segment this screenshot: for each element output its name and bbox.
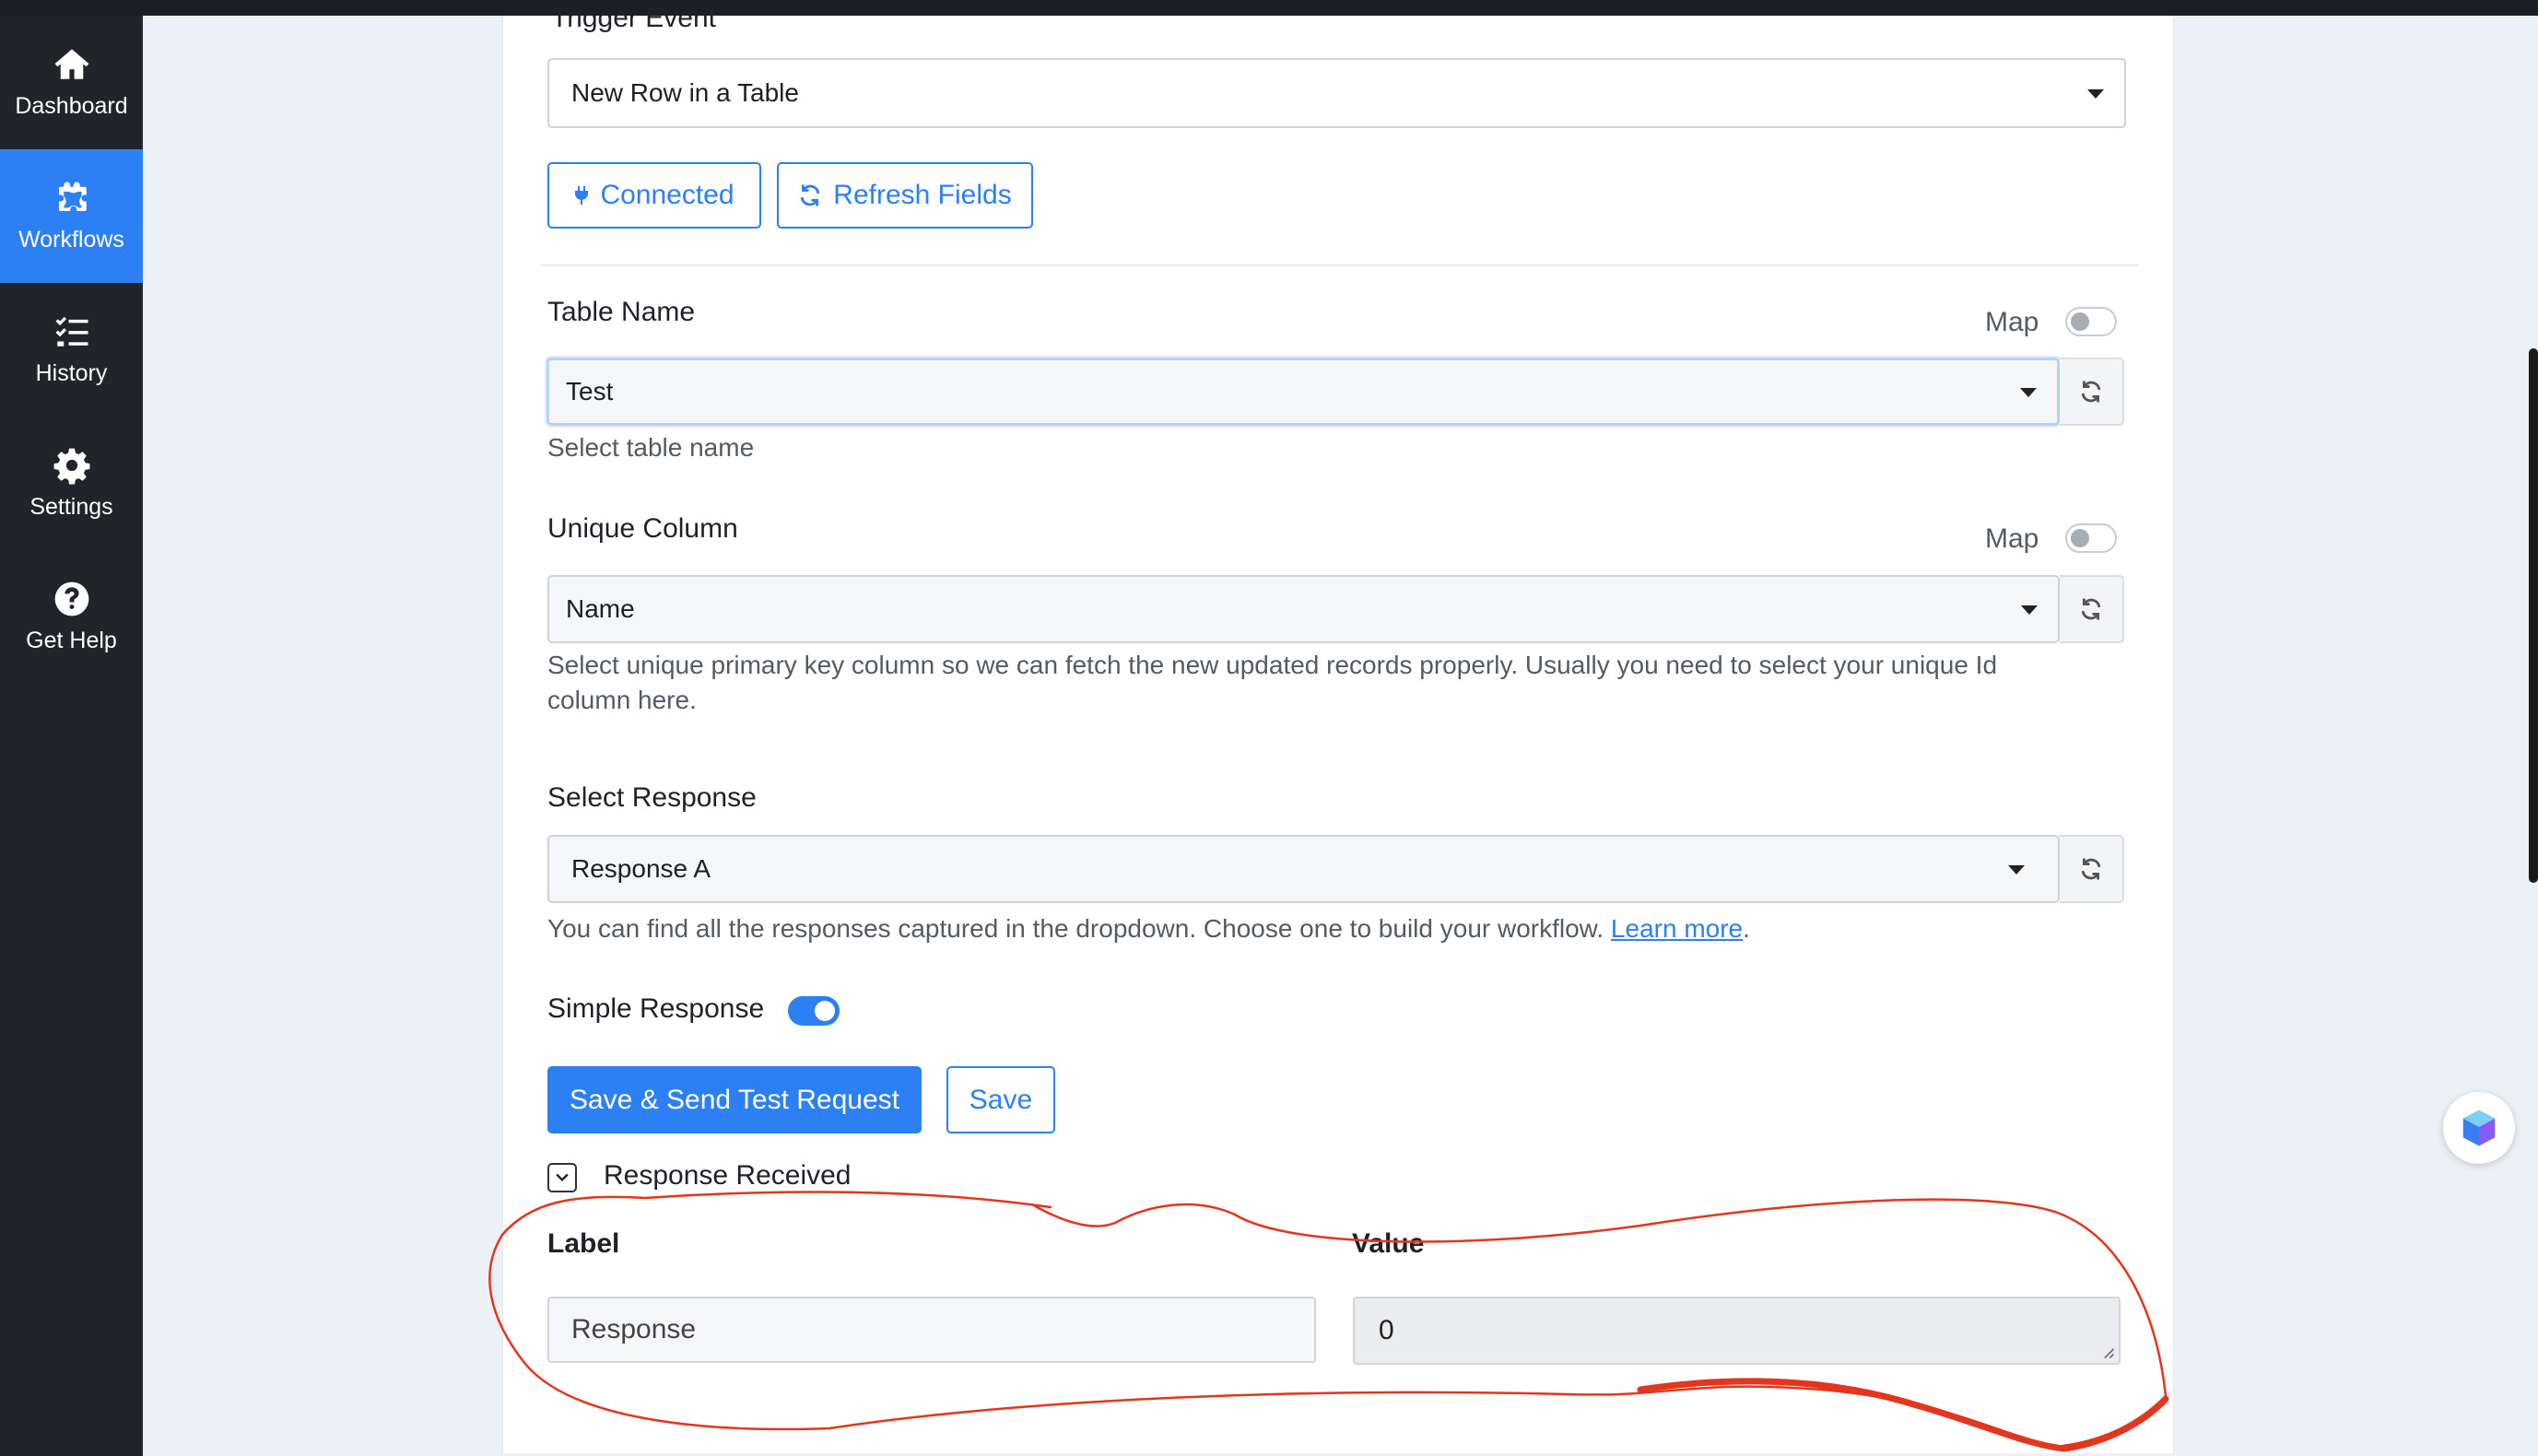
connected-button[interactable]: Connected [547,162,761,229]
simple-response-toggle[interactable] [788,996,840,1026]
cube-logo-icon [2462,1110,2496,1146]
chevron-down-icon [2020,388,2037,397]
sidebar: Dashboard Workflows History Settings Get… [0,16,143,1456]
plug-icon [575,186,589,205]
unique-column-label: Unique Column [547,513,738,544]
table-name-select[interactable]: Test [546,358,2060,426]
sidebar-item-label: Get Help [26,628,117,653]
response-value-text: 0 [1379,1315,1394,1345]
learn-more-link[interactable]: Learn more [1611,914,1743,943]
select-response-select[interactable]: Response A [547,835,2060,903]
select-response-refresh-button[interactable] [2060,835,2124,903]
select-response-help-text: You can find all the responses captured … [547,914,1604,943]
list-check-icon [55,316,88,346]
refresh-fields-label: Refresh Fields [833,180,1012,210]
window-top-bar [0,0,2538,16]
response-value-textarea[interactable]: 0 [1353,1297,2121,1365]
sidebar-item-settings[interactable]: Settings [0,417,143,550]
chevron-down-icon [2021,605,2038,615]
response-received-label: Response Received [604,1160,852,1191]
chevron-down-icon [2008,865,2025,875]
workflow-config-card [502,16,2174,1453]
chevron-down-icon [556,1173,569,1181]
page-scrollbar[interactable] [2529,348,2538,883]
connected-label: Connected [600,180,734,210]
refresh-icon [2081,858,2101,880]
save-send-test-request-button[interactable]: Save & Send Test Request [547,1066,922,1133]
trigger-event-label: Trigger Event [551,3,716,33]
section-divider [541,264,2138,266]
help-suffix: . [1743,914,1750,943]
sidebar-item-history[interactable]: History [0,283,143,417]
value-column-header: Value [1352,1228,1425,1259]
unique-column-map-label: Map [1985,523,2039,554]
unique-column-map-toggle[interactable] [2065,523,2117,553]
table-name-label: Table Name [547,297,696,327]
label-column-header: Label [547,1228,620,1259]
sidebar-item-label: History [35,360,108,386]
select-response-value: Response A [571,854,711,883]
table-name-map-toggle[interactable] [2065,307,2117,336]
refresh-icon [2081,381,2101,403]
select-response-label: Select Response [547,782,757,813]
trigger-event-value: New Row in a Table [571,78,799,107]
response-label-input[interactable]: Response [547,1297,1316,1363]
sidebar-item-get-help[interactable]: Get Help [0,550,143,684]
resize-handle-icon [2104,1348,2115,1359]
table-name-refresh-button[interactable] [2060,358,2124,426]
chevron-down-icon [2087,89,2104,99]
simple-response-label: Simple Response [547,993,765,1024]
unique-column-value: Name [566,594,635,623]
sidebar-item-label: Dashboard [15,93,128,119]
table-name-value: Test [566,377,614,405]
gear-icon [53,448,89,485]
refresh-fields-button[interactable]: Refresh Fields [777,162,1033,229]
table-name-help: Select table name [547,433,755,462]
unique-column-select[interactable]: Name [547,575,2060,643]
sidebar-item-workflows[interactable]: Workflows [0,149,143,283]
trigger-event-select[interactable]: New Row in a Table [547,58,2126,128]
sidebar-item-label: Settings [29,494,113,520]
sidebar-item-dashboard[interactable]: Dashboard [0,16,143,149]
unique-column-help: Select unique primary key column so we c… [547,651,1998,714]
refresh-icon [801,184,820,206]
sidebar-item-label: Workflows [18,227,124,252]
select-response-help: You can find all the responses captured … [547,911,1750,946]
refresh-icon [2081,598,2101,620]
save-button[interactable]: Save [946,1066,1055,1133]
puzzle-icon [58,182,87,211]
unique-column-refresh-button[interactable] [2060,575,2124,643]
home-icon [54,49,88,79]
assistant-widget-button[interactable] [2443,1092,2515,1164]
response-received-collapse-toggle[interactable] [547,1163,577,1192]
question-circle-icon [54,581,88,616]
table-name-map-label: Map [1985,307,2039,337]
